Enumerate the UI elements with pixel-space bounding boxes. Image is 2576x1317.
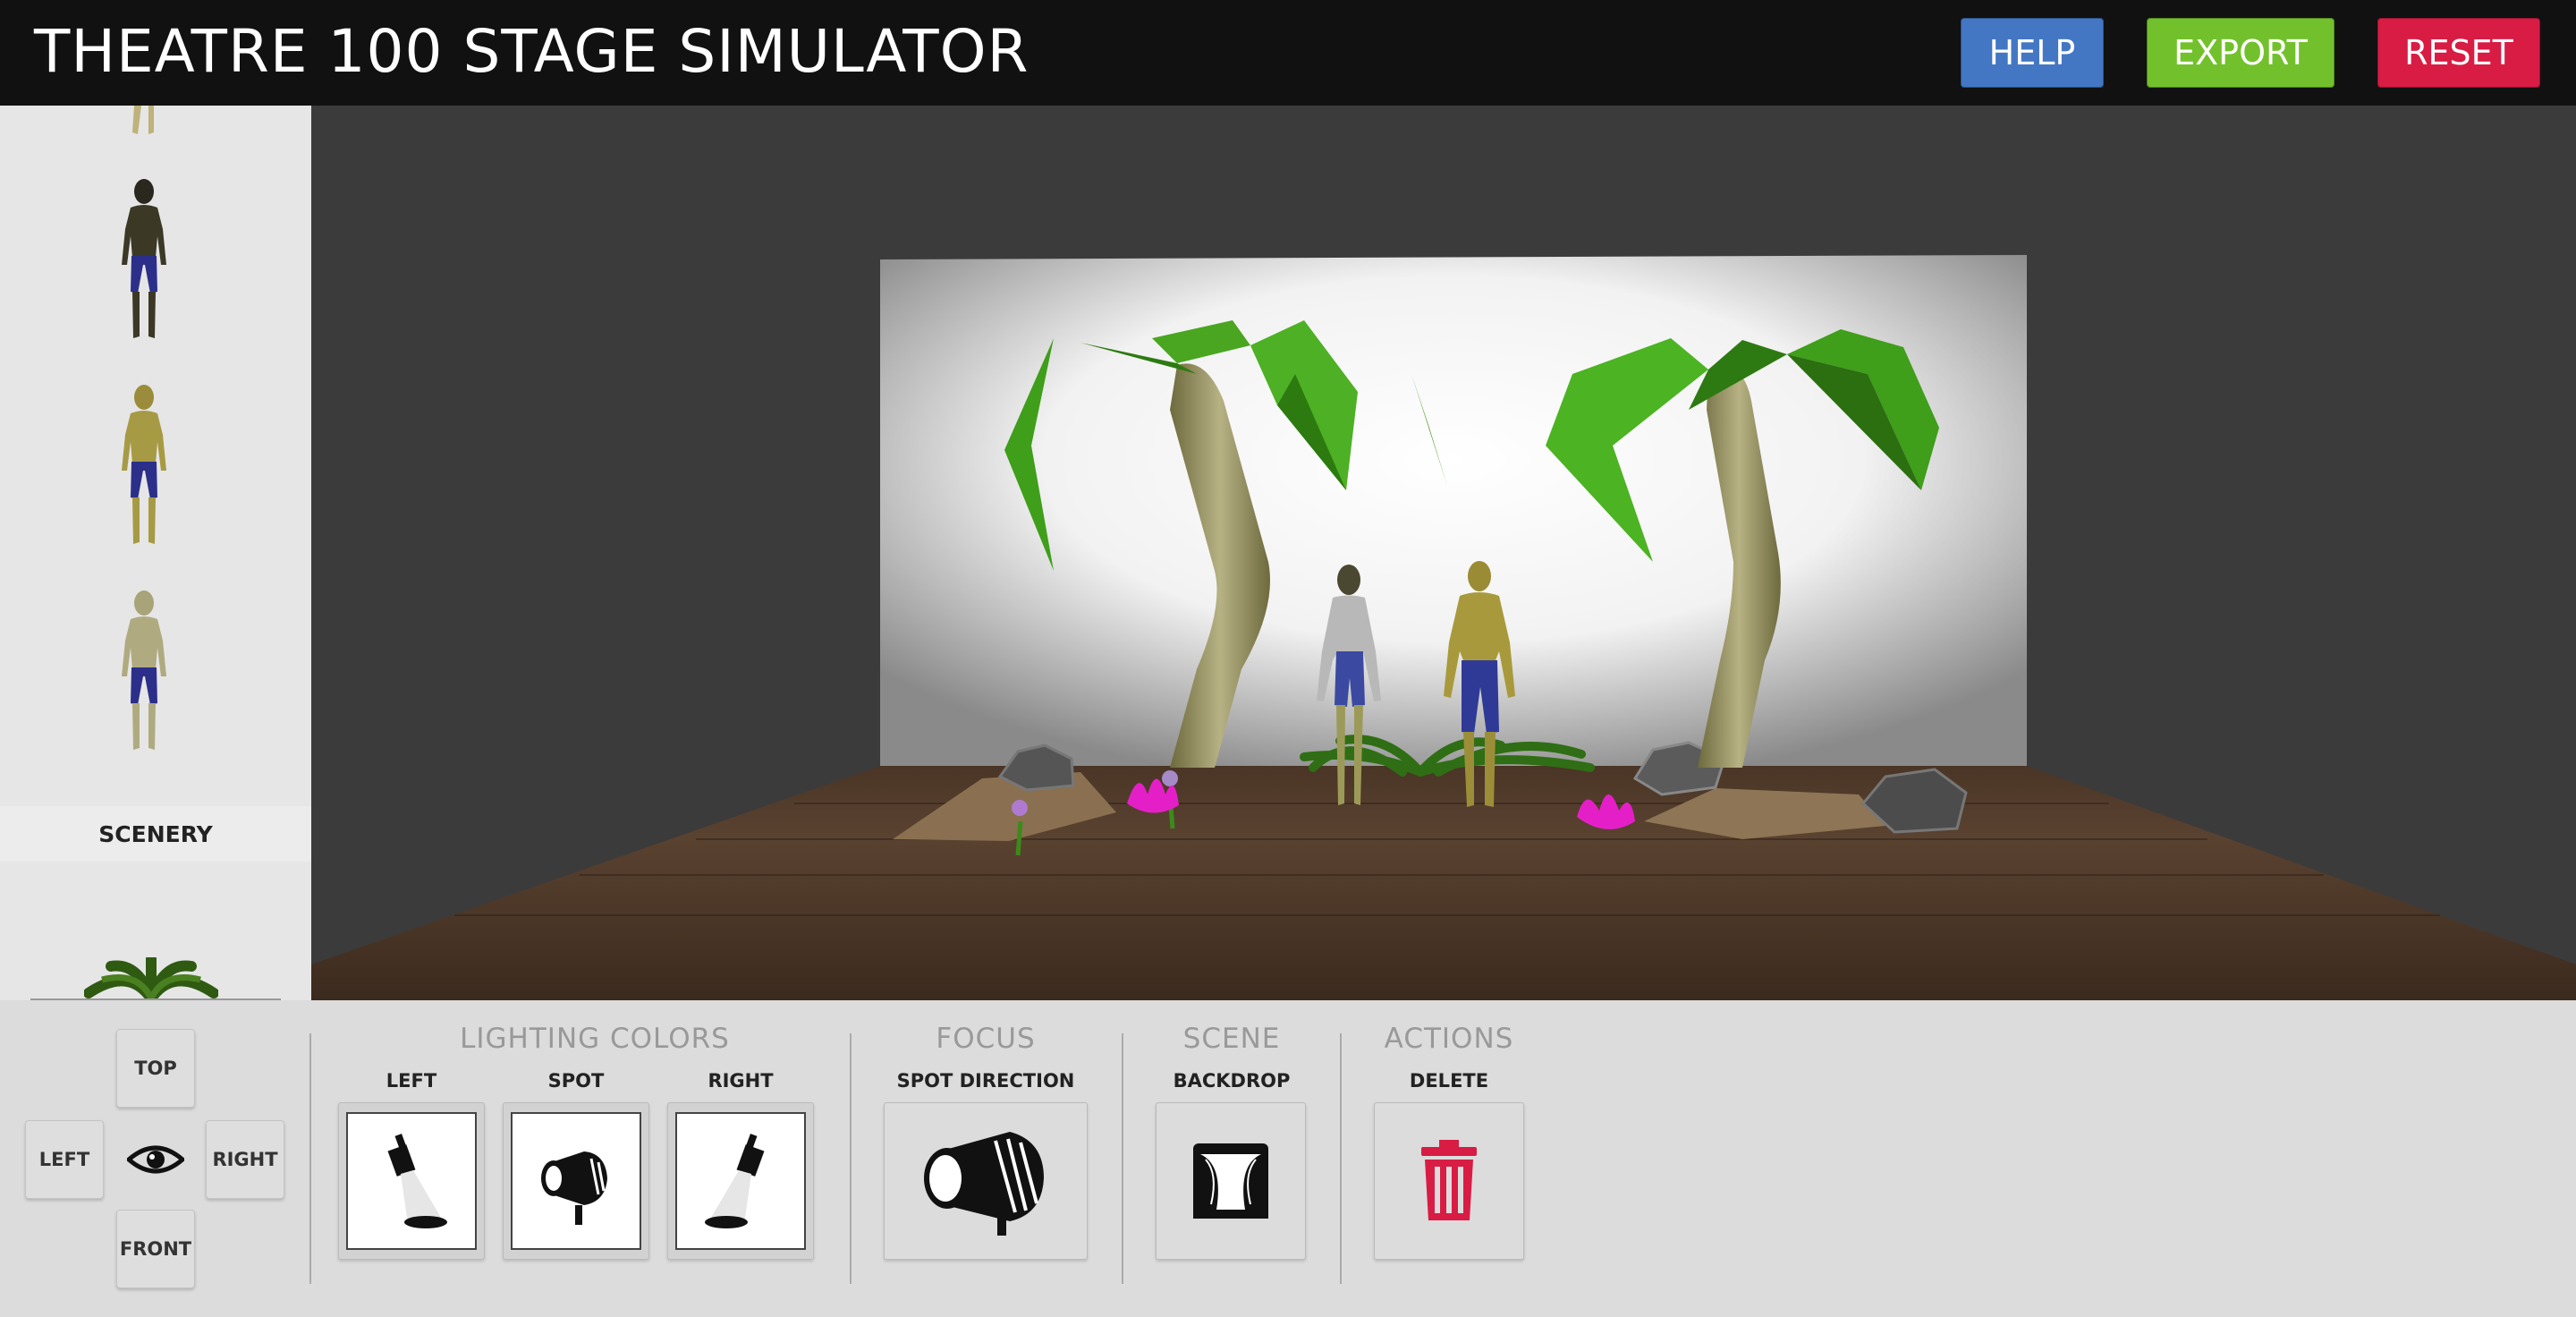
actor-thumb-dark[interactable]: [104, 175, 184, 345]
reset-button[interactable]: RESET: [2377, 18, 2540, 88]
focus-title: FOCUS: [936, 1023, 1036, 1055]
left-light-icon: [387, 1134, 447, 1228]
export-button[interactable]: EXPORT: [2147, 18, 2334, 88]
spot-direction-label: SPOT DIRECTION: [896, 1070, 1075, 1092]
backdrop-label: BACKDROP: [1173, 1070, 1291, 1092]
separator: [1122, 1033, 1123, 1284]
separator: [850, 1033, 852, 1284]
camera-top-button[interactable]: TOP: [116, 1029, 195, 1108]
delete-label: DELETE: [1409, 1070, 1489, 1092]
scenery-section-header[interactable]: SCENERY: [0, 806, 311, 862]
help-button[interactable]: HELP: [1961, 18, 2104, 88]
trash-icon: [1421, 1140, 1477, 1220]
right-light-icon: [705, 1134, 765, 1228]
left-light-button[interactable]: [338, 1102, 485, 1260]
camera-right-button[interactable]: RIGHT: [206, 1120, 284, 1199]
right-light-button[interactable]: [667, 1102, 814, 1260]
eye-icon[interactable]: [127, 1143, 184, 1176]
fern-thumb[interactable]: [84, 957, 218, 998]
sidebar: SCENERY: [0, 106, 311, 1000]
camera-left-button[interactable]: LEFT: [25, 1120, 104, 1199]
stage-viewport[interactable]: [311, 106, 2576, 1000]
spot-light-button[interactable]: [503, 1102, 649, 1260]
actor-thumb-partial[interactable]: [122, 106, 166, 138]
separator: [309, 1033, 311, 1284]
delete-button[interactable]: [1374, 1102, 1524, 1260]
actor-thumb-pale[interactable]: [104, 587, 184, 757]
backdrop-button[interactable]: [1156, 1102, 1306, 1260]
spotlight-icon: [541, 1151, 607, 1225]
separator: [1340, 1033, 1342, 1284]
stage-scene[interactable]: [311, 106, 2576, 1000]
left-light-label: LEFT: [386, 1070, 437, 1092]
actions-title: ACTIONS: [1384, 1023, 1514, 1055]
right-light-label: RIGHT: [708, 1070, 774, 1092]
curtain-icon: [1193, 1143, 1268, 1219]
backdrop[interactable]: [880, 255, 2027, 766]
scene-title: SCENE: [1182, 1023, 1281, 1055]
spot-direction-icon: [924, 1132, 1044, 1236]
lighting-colors-title: LIGHTING COLORS: [460, 1023, 730, 1055]
app-title: THEATRE 100 STAGE SIMULATOR: [34, 17, 1030, 86]
spot-direction-button[interactable]: [884, 1102, 1088, 1260]
spot-light-label: SPOT: [547, 1070, 605, 1092]
actor-thumb-olive[interactable]: [104, 381, 184, 551]
top-bar: THEATRE 100 STAGE SIMULATOR HELP EXPORT …: [0, 0, 2576, 106]
camera-front-button[interactable]: FRONT: [116, 1210, 195, 1288]
